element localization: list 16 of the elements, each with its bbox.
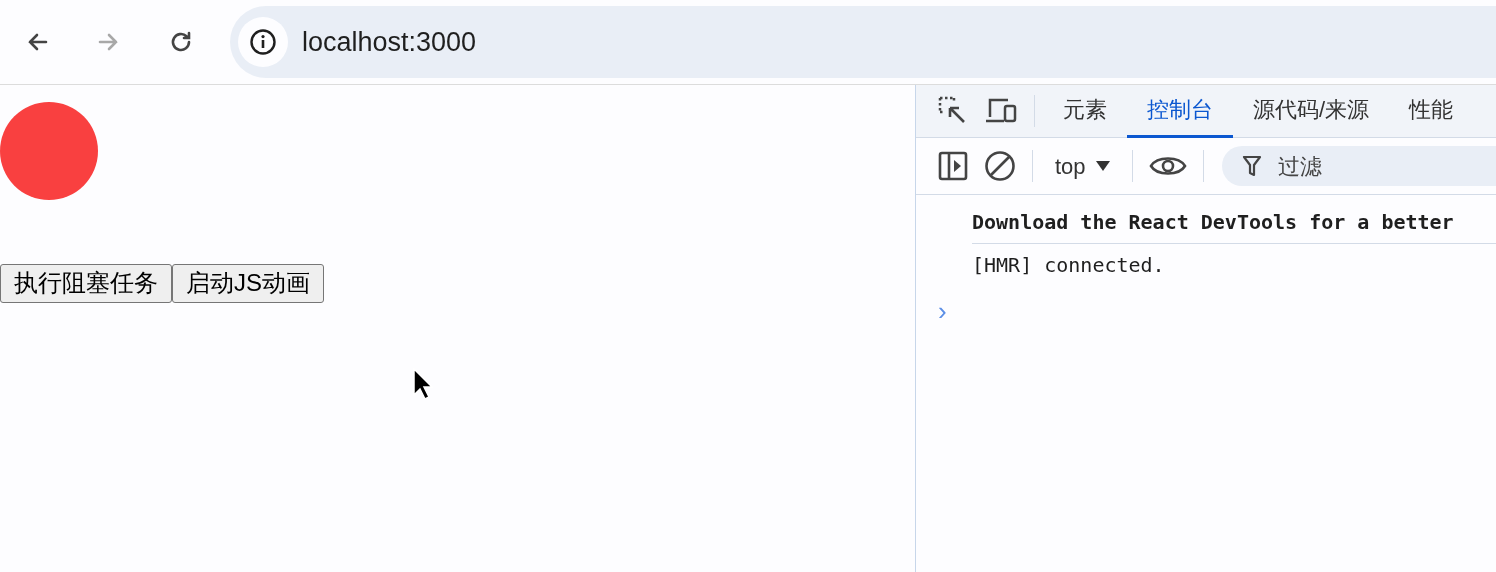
devtools-tab[interactable]: 源代码/来源 — [1233, 85, 1390, 138]
address-bar[interactable]: localhost:3000 — [230, 6, 1496, 78]
devtools-tab[interactable]: 元素 — [1043, 85, 1127, 138]
devtools-tab[interactable]: 性能 — [1389, 85, 1474, 138]
action-button[interactable]: 执行阻塞任务 — [0, 264, 172, 303]
filter-bar[interactable]: 过滤 — [1221, 146, 1496, 186]
console-message: Download the React DevTools for a better — [972, 201, 1496, 244]
url-text: localhost:3000 — [302, 25, 477, 59]
console-message: [HMR] connected. — [972, 252, 1166, 279]
devtools-tab[interactable]: 控制台 — [1127, 85, 1233, 138]
info-icon[interactable] — [238, 17, 288, 67]
filter-field[interactable]: 过滤 — [1275, 148, 1476, 184]
caret-icon — [1095, 161, 1110, 171]
filter-icon — [1241, 155, 1262, 177]
context-dropdown[interactable]: top — [1041, 149, 1124, 183]
action-button[interactable]: 启动JS动画 — [172, 264, 324, 303]
